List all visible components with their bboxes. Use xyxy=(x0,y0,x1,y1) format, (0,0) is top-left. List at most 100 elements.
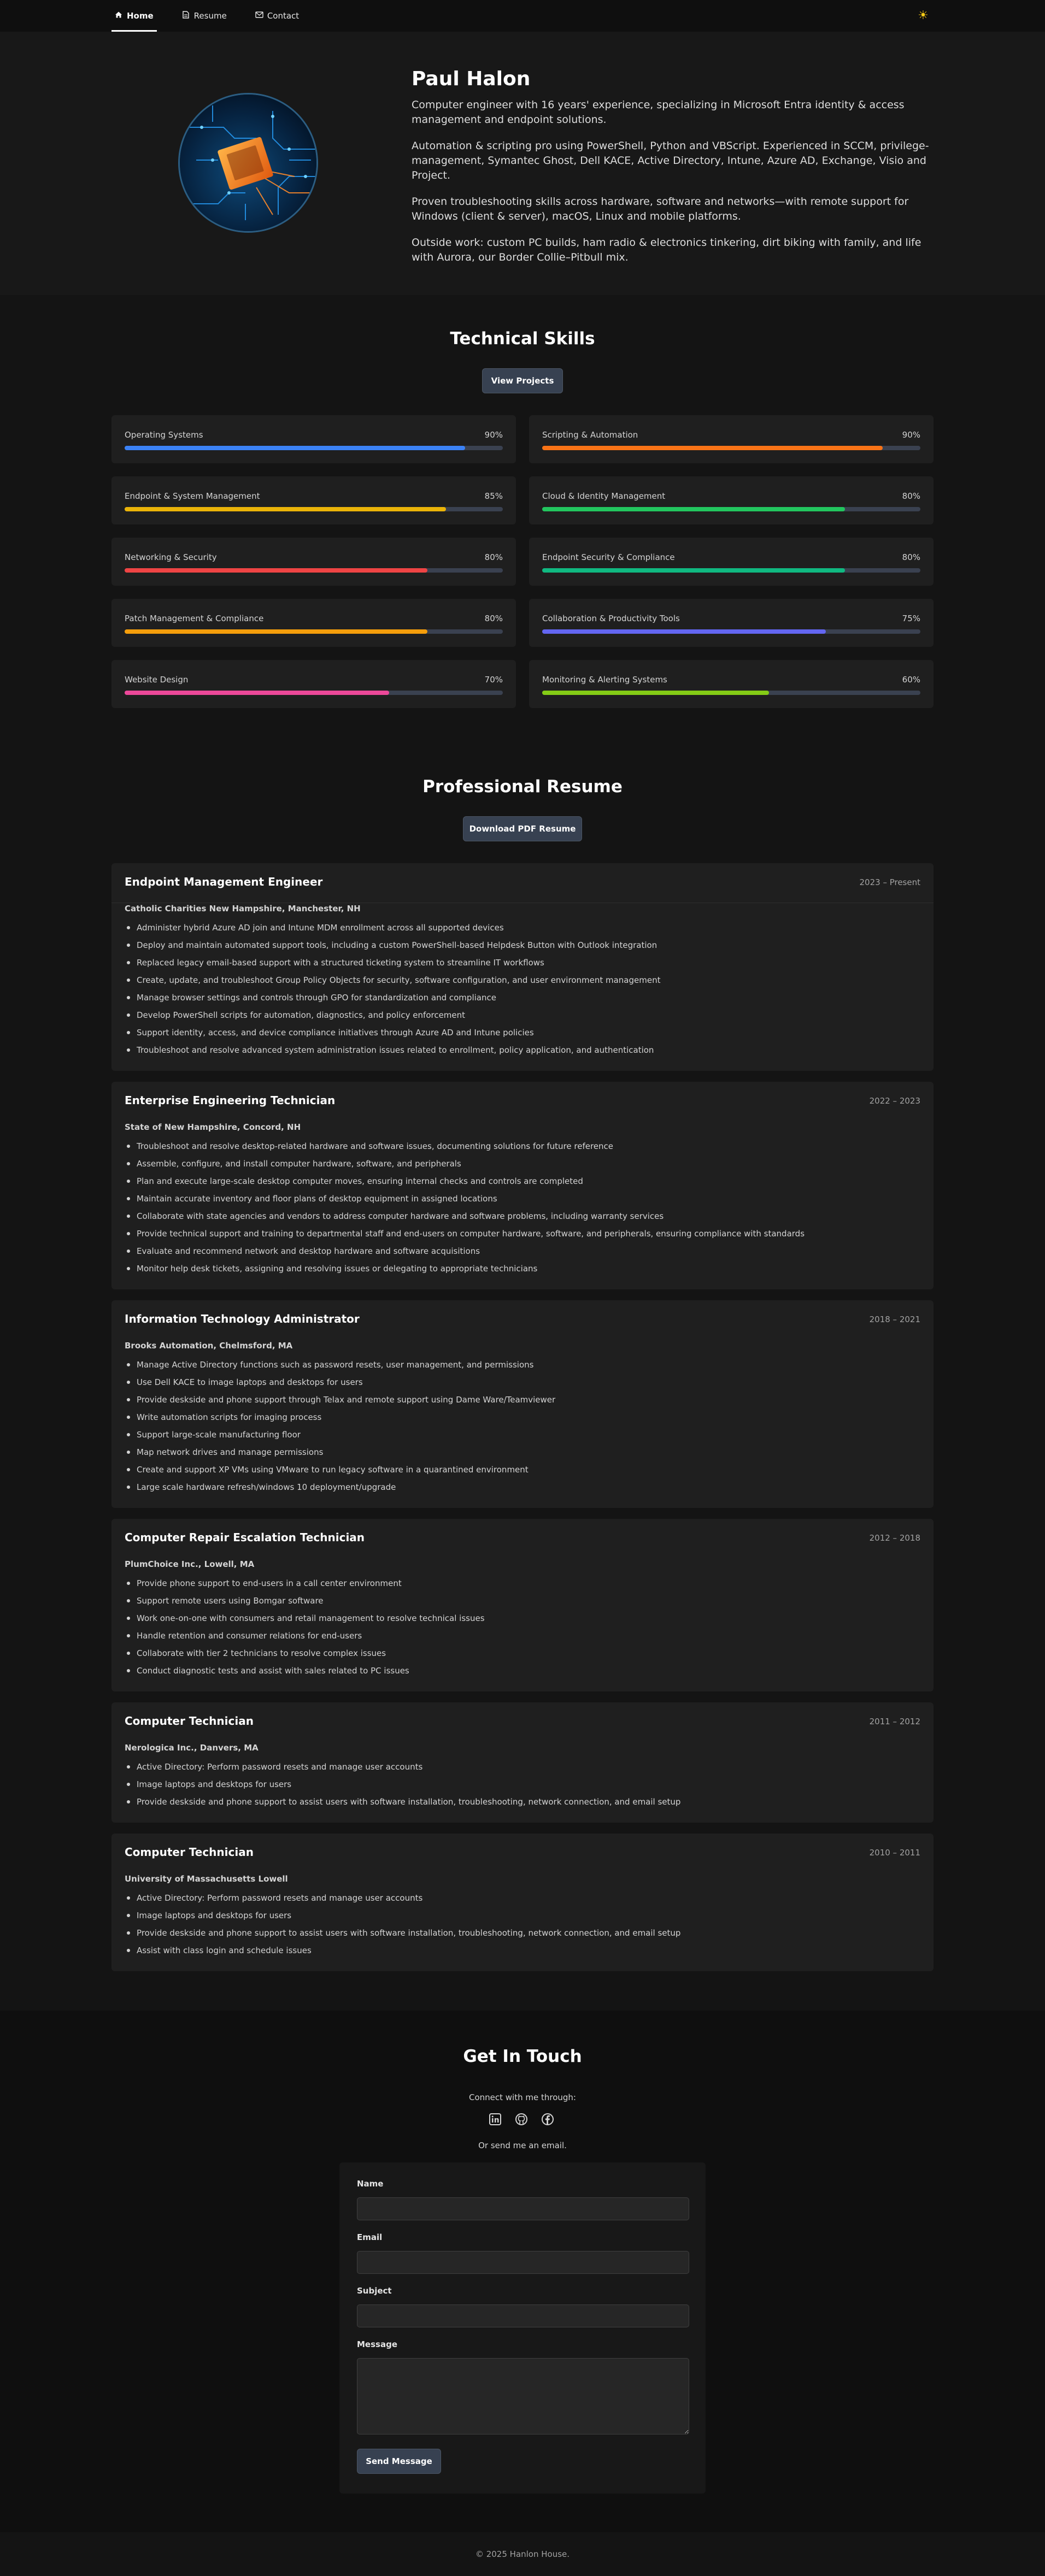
skill-progress-track xyxy=(125,691,503,695)
skill-progress-fill xyxy=(125,629,427,634)
job-bullets: Troubleshoot and resolve desktop-related… xyxy=(125,1137,805,1277)
list-item: Evaluate and recommend network and deskt… xyxy=(125,1242,805,1260)
job-card: Computer Technician 2011 – 2012 Nerologica… xyxy=(111,1702,934,1823)
skill-progress-fill xyxy=(542,446,883,450)
list-item: Manage Active Directory functions such a… xyxy=(125,1356,555,1374)
list-item: Provide deskside and phone support throu… xyxy=(125,1391,555,1408)
job-bullets: Manage Active Directory functions such a… xyxy=(125,1356,555,1496)
message-field[interactable] xyxy=(357,2358,689,2434)
skill-progress-fill xyxy=(125,568,427,573)
connect-text: Connect with me through: xyxy=(469,2092,576,2102)
github-icon[interactable] xyxy=(515,2113,530,2128)
skill-name: Patch Management & Compliance xyxy=(125,614,264,623)
list-item: Provide deskside and phone support to as… xyxy=(125,1793,680,1811)
job-dates: 2023 – Present xyxy=(859,877,921,887)
hero-paragraph: Proven troubleshooting skills across har… xyxy=(412,196,909,222)
skill-name: Networking & Security xyxy=(125,552,217,562)
skill-progress-fill xyxy=(542,691,770,695)
skill-percent: 85% xyxy=(484,491,503,501)
list-item: Use Dell KACE to image laptops and deskt… xyxy=(125,1374,555,1391)
skill-progress-track xyxy=(542,629,920,634)
nav-links: Home Resume Contact xyxy=(111,0,324,32)
home-icon xyxy=(115,11,122,21)
list-item: Assist with class login and schedule iss… xyxy=(125,1942,680,1959)
job-card: Enterprise Engineering Technician 2022 – … xyxy=(111,1082,934,1289)
job-company: PlumChoice Inc., Lowell, MA xyxy=(125,1559,255,1569)
name-field[interactable] xyxy=(357,2197,689,2220)
send-message-button[interactable]: Send Message xyxy=(357,2449,441,2474)
subject-field[interactable] xyxy=(357,2304,689,2327)
list-item: Image laptops and desktops for users xyxy=(125,1776,680,1793)
nav-home-link[interactable]: Home xyxy=(111,0,157,32)
job-dates: 2018 – 2021 xyxy=(869,1314,920,1324)
skill-percent: 90% xyxy=(484,430,503,440)
job-dates: 2010 – 2011 xyxy=(869,1848,920,1858)
job-title: Computer Repair Escalation Technician xyxy=(125,1531,365,1544)
list-item: Administer hybrid Azure AD join and Intu… xyxy=(125,919,660,936)
skill-progress-track xyxy=(125,629,503,634)
skill-card: Endpoint & System Management 85% xyxy=(111,476,516,524)
email-field[interactable] xyxy=(357,2251,689,2274)
facebook-icon[interactable] xyxy=(541,2113,556,2128)
skill-percent: 80% xyxy=(902,552,920,562)
skill-progress-fill xyxy=(125,446,465,450)
list-item: Support remote users using Bomgar softwa… xyxy=(125,1592,485,1610)
skill-progress-track xyxy=(125,446,503,450)
linkedin-icon[interactable] xyxy=(489,2113,504,2128)
job-dates: 2011 – 2012 xyxy=(869,1717,920,1726)
message-label: Message xyxy=(357,2339,397,2349)
contact-title: Get In Touch xyxy=(463,2047,582,2066)
skill-progress-fill xyxy=(542,568,845,573)
list-item: Monitor help desk tickets, assigning and… xyxy=(125,1260,805,1277)
job-card: Information Technology Administrator 2018… xyxy=(111,1300,934,1508)
skill-progress-fill xyxy=(542,507,845,511)
nav-contact-label: Contact xyxy=(267,11,300,21)
nav-contact-link[interactable]: Contact xyxy=(252,0,302,32)
list-item: Manage browser settings and controls thr… xyxy=(125,989,660,1006)
skills-title: Technical Skills xyxy=(450,329,595,349)
nav-resume-label: Resume xyxy=(193,11,227,21)
hero-name: Paul Halon xyxy=(412,68,531,90)
job-company: Nerologica Inc., Danvers, MA xyxy=(125,1743,259,1753)
skill-progress-track xyxy=(125,507,503,511)
list-item: Create and support XP VMs using VMware t… xyxy=(125,1461,555,1478)
skill-percent: 80% xyxy=(484,614,503,623)
skill-progress-fill xyxy=(125,507,447,511)
list-item: Replaced legacy email-based support with… xyxy=(125,954,660,971)
name-label: Name xyxy=(357,2179,384,2189)
list-item: Deploy and maintain automated support to… xyxy=(125,936,660,954)
job-bullets: Active Directory: Perform password reset… xyxy=(125,1758,680,1811)
list-item: Develop PowerShell scripts for automatio… xyxy=(125,1006,660,1024)
skill-card: Cloud & Identity Management 80% xyxy=(529,476,934,524)
list-item: Work one-on-one with consumers and retai… xyxy=(125,1610,485,1627)
job-company: Brooks Automation, Chelmsford, MA xyxy=(125,1341,293,1351)
resume-section: Professional Resume Download PDF Resume … xyxy=(0,754,1045,2011)
avatar xyxy=(178,93,318,233)
theme-toggle-button[interactable]: ☀ xyxy=(916,9,930,23)
job-title: Enterprise Engineering Technician xyxy=(125,1094,336,1107)
job-bullets: Provide phone support to end-users in a … xyxy=(125,1575,485,1679)
skill-name: Endpoint & System Management xyxy=(125,491,260,501)
skill-card: Patch Management & Compliance 80% xyxy=(111,599,516,647)
list-item: Image laptops and desktops for users xyxy=(125,1907,680,1924)
nav-resume-link[interactable]: Resume xyxy=(179,0,230,32)
nav-home-label: Home xyxy=(127,11,154,21)
list-item: Active Directory: Perform password reset… xyxy=(125,1758,680,1776)
footer: © 2025 Hanlon House. xyxy=(0,2532,1045,2576)
download-pdf-button[interactable]: Download PDF Resume xyxy=(463,816,582,841)
email-label: Email xyxy=(357,2232,383,2242)
view-projects-button[interactable]: View Projects xyxy=(482,368,563,393)
skill-progress-track xyxy=(542,691,920,695)
skills-section: Technical Skills View Projects Operating… xyxy=(0,295,1045,754)
skill-progress-track xyxy=(542,568,920,573)
skill-name: Collaboration & Productivity Tools xyxy=(542,614,680,623)
job-company: State of New Hampshire, Concord, NH xyxy=(125,1122,301,1132)
skill-percent: 90% xyxy=(902,430,920,440)
skill-card: Endpoint Security & Compliance 80% xyxy=(529,538,934,586)
list-item: Assemble, configure, and install compute… xyxy=(125,1155,805,1172)
skill-percent: 70% xyxy=(484,675,503,685)
list-item: Active Directory: Perform password reset… xyxy=(125,1889,680,1907)
list-item: Plan and execute large-scale desktop com… xyxy=(125,1172,805,1190)
job-dates: 2022 – 2023 xyxy=(869,1096,920,1106)
hero-section: Paul Halon Computer engineer with 16 yea… xyxy=(0,32,1045,295)
